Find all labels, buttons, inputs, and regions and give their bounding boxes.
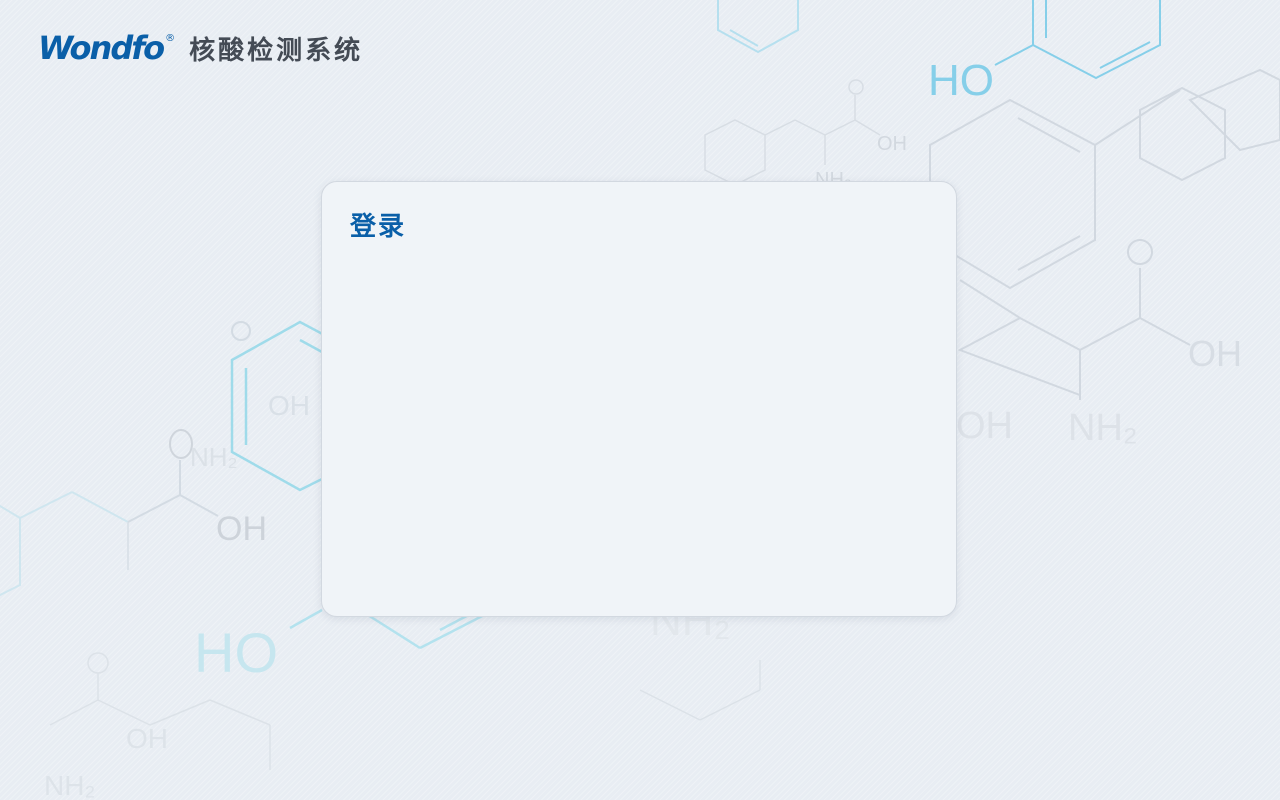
logo-wordmark: Wondfo — [38, 29, 165, 67]
molecule-label: OH — [877, 133, 907, 155]
molecule-label: OH — [268, 390, 310, 421]
login-panel: 登录 — [321, 181, 957, 617]
app-header: Wondfo ® 核酸检测系统 — [38, 26, 363, 70]
molecule-ring-top — [717, 0, 799, 54]
molecule-ring-top-right — [994, 0, 1161, 80]
molecule-label: OH — [126, 723, 168, 754]
molecule-label: OH — [956, 405, 1013, 447]
registered-mark: ® — [165, 33, 175, 44]
molecule-label: HO — [194, 621, 278, 684]
app-title: 核酸检测系统 — [189, 35, 364, 66]
molecule-label: HO — [928, 56, 994, 105]
login-title: 登录 — [350, 212, 407, 242]
molecule-label: NH₂ — [1068, 407, 1138, 449]
molecule-label: OH — [1188, 333, 1242, 374]
molecule-label: OH — [216, 510, 267, 548]
wondfo-logo: Wondfo ® — [38, 29, 175, 67]
molecule-label: NH₂ — [44, 770, 95, 800]
molecule-label: NH₂ — [190, 442, 238, 472]
molecule-atom — [169, 429, 193, 459]
molecule-chain-center — [704, 79, 881, 186]
